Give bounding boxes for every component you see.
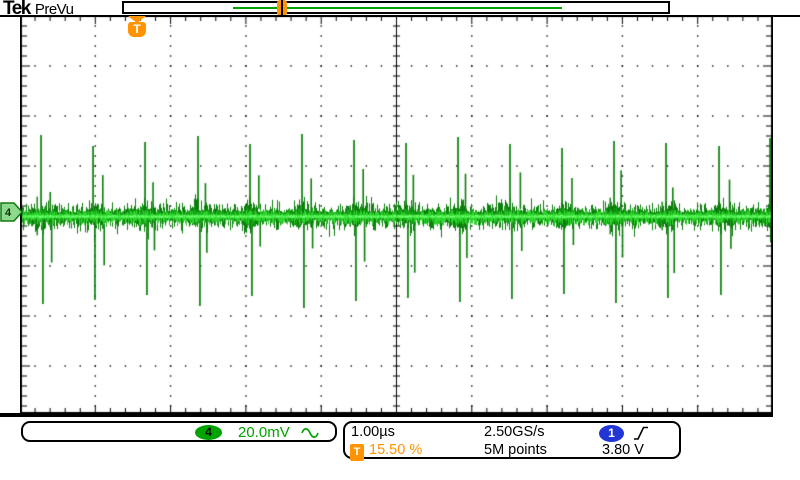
trigger-position-flag[interactable]: T [128,16,146,37]
record-view-bar[interactable] [122,1,670,14]
rising-edge-icon [632,425,650,441]
trigger-T-badge-icon: T [350,444,364,461]
trigger-level-readout[interactable]: 3.80 V [602,442,644,459]
trigger-source-badge[interactable]: 1 [599,425,624,442]
sample-rate-readout: 2.50GS/s [484,424,544,441]
trigger-flag-T-icon: T [128,22,146,37]
plot-bottom-border [0,413,21,417]
oscilloscope-screen: TekPreVu T 4 4 20.0mV 1.00µs 2.50GS/s 1 … [0,0,800,480]
channel4-scale-readout: 20.0mV [238,423,290,442]
channel4-badge: 4 [195,425,222,440]
channel4-readout[interactable]: 4 20.0mV [21,421,337,442]
record-view-trigger-marker[interactable] [277,0,287,16]
timebase-readout[interactable]: 1.00µs [351,424,395,441]
record-length-readout: 5M points [484,442,547,459]
graticule-canvas [20,16,773,417]
channel4-marker-label: 4 [5,207,12,219]
ac-coupling-icon [300,426,320,440]
horizontal-trigger-readout[interactable]: 1.00µs 2.50GS/s 1 T 15.50 % 5M points 3.… [343,421,681,459]
brand-logo: TekPreVu [3,0,73,14]
trigger-position-readout[interactable]: 15.50 % [369,442,422,459]
channel4-position-marker[interactable]: 4 [0,202,24,222]
